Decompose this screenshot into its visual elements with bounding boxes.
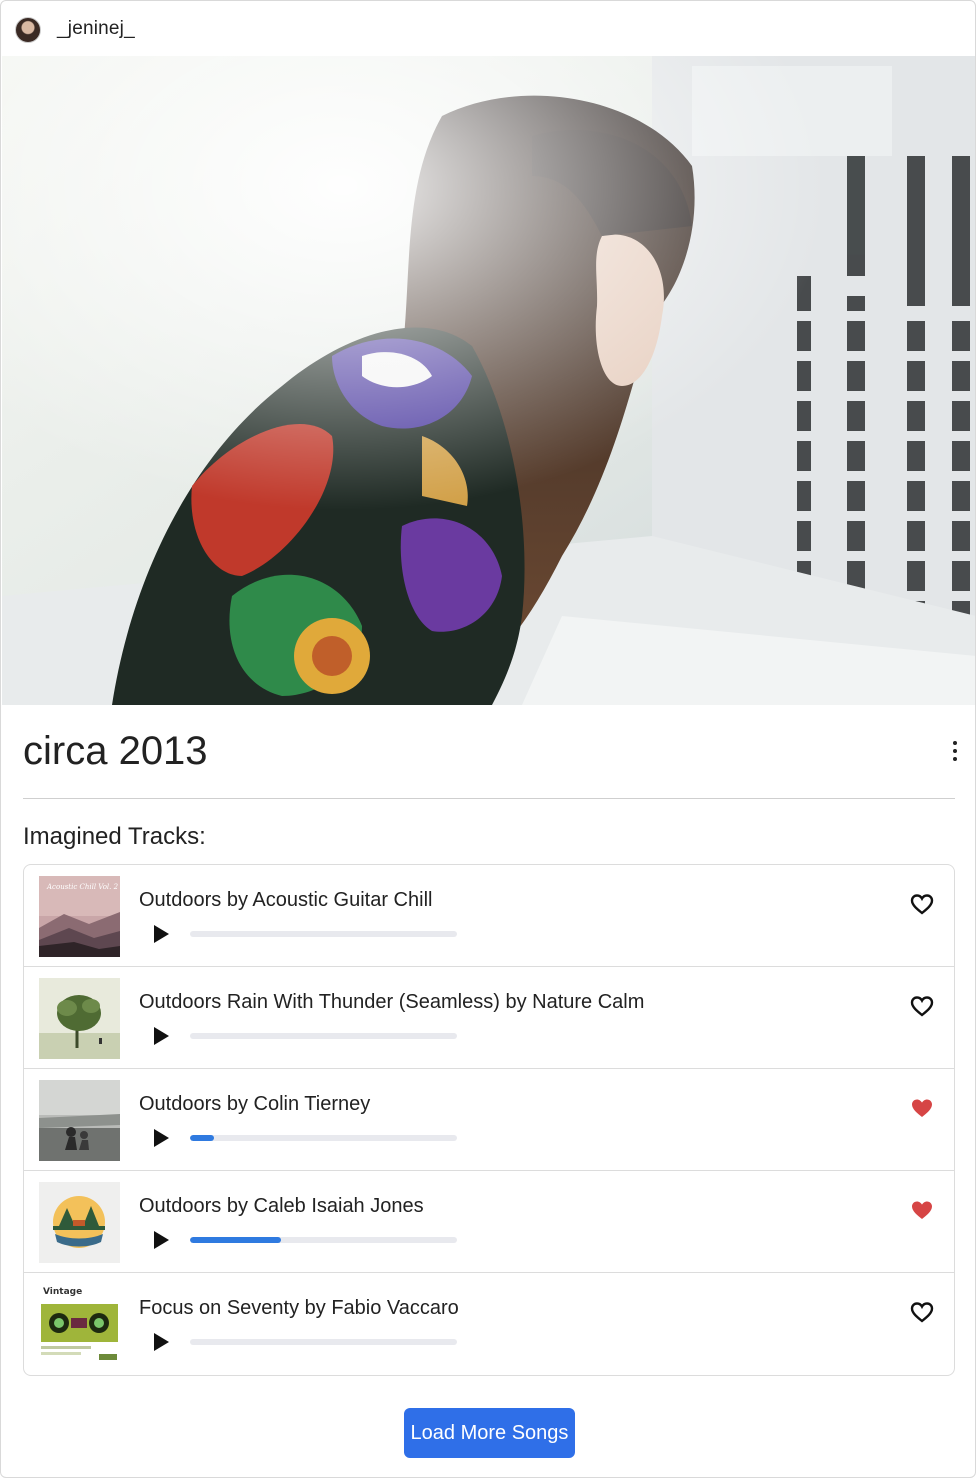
progress-bar[interactable]: [190, 1033, 457, 1039]
track-list: Acoustic Chill Vol. 2 Outdoors by Acoust…: [23, 864, 955, 1376]
album-art[interactable]: Acoustic Chill Vol. 2: [39, 876, 120, 957]
track-item: Outdoors Rain With Thunder (Seamless) by…: [24, 967, 954, 1069]
progress-bar[interactable]: [190, 1237, 457, 1243]
load-more-button[interactable]: Load More Songs: [404, 1408, 575, 1458]
post-card: _jeninej_ circa 2013 Imagined Tracks: Ac…: [0, 0, 976, 1478]
post-title: circa 2013: [23, 729, 208, 773]
play-icon[interactable]: [151, 1331, 171, 1353]
album-art-caption: Acoustic Chill Vol. 2: [46, 883, 119, 891]
play-icon[interactable]: [151, 923, 171, 945]
track-item: Acoustic Chill Vol. 2 Outdoors by Acoust…: [24, 865, 954, 967]
section-label: Imagined Tracks:: [23, 823, 206, 850]
heart-outline-icon[interactable]: [909, 892, 935, 916]
track-title: Outdoors by Caleb Isaiah Jones: [139, 1195, 424, 1217]
track-title: Focus on Seventy by Fabio Vaccaro: [139, 1297, 459, 1319]
album-art[interactable]: Vintage: [39, 1284, 120, 1365]
progress-bar[interactable]: [190, 1135, 457, 1141]
album-art[interactable]: [39, 1182, 120, 1263]
kebab-menu-icon[interactable]: [945, 739, 965, 763]
avatar[interactable]: [15, 17, 41, 43]
cover-photo: [2, 56, 975, 705]
album-art-caption: Vintage: [43, 1287, 82, 1297]
progress-fill: [190, 1237, 281, 1243]
album-art[interactable]: [39, 978, 120, 1059]
track-item: Outdoors by Caleb Isaiah Jones: [24, 1171, 954, 1273]
progress-fill: [190, 1135, 215, 1141]
album-art[interactable]: [39, 1080, 120, 1161]
track-title: Outdoors by Colin Tierney: [139, 1093, 371, 1115]
username[interactable]: _jeninej_: [57, 18, 135, 40]
play-icon[interactable]: [151, 1127, 171, 1149]
post-header: _jeninej_: [1, 1, 975, 57]
heart-filled-icon[interactable]: [909, 1096, 935, 1120]
heart-filled-icon[interactable]: [909, 1198, 935, 1222]
track-title: Outdoors Rain With Thunder (Seamless) by…: [139, 991, 645, 1013]
play-icon[interactable]: [151, 1229, 171, 1251]
progress-bar[interactable]: [190, 1339, 457, 1345]
play-icon[interactable]: [151, 1025, 171, 1047]
heart-outline-icon[interactable]: [909, 1300, 935, 1324]
progress-bar[interactable]: [190, 931, 457, 937]
divider: [23, 798, 955, 799]
track-item: Vintage Focus on Seventy by Fabio Vaccar…: [24, 1273, 954, 1375]
track-item: Outdoors by Colin Tierney: [24, 1069, 954, 1171]
heart-outline-icon[interactable]: [909, 994, 935, 1018]
track-title: Outdoors by Acoustic Guitar Chill: [139, 889, 433, 911]
